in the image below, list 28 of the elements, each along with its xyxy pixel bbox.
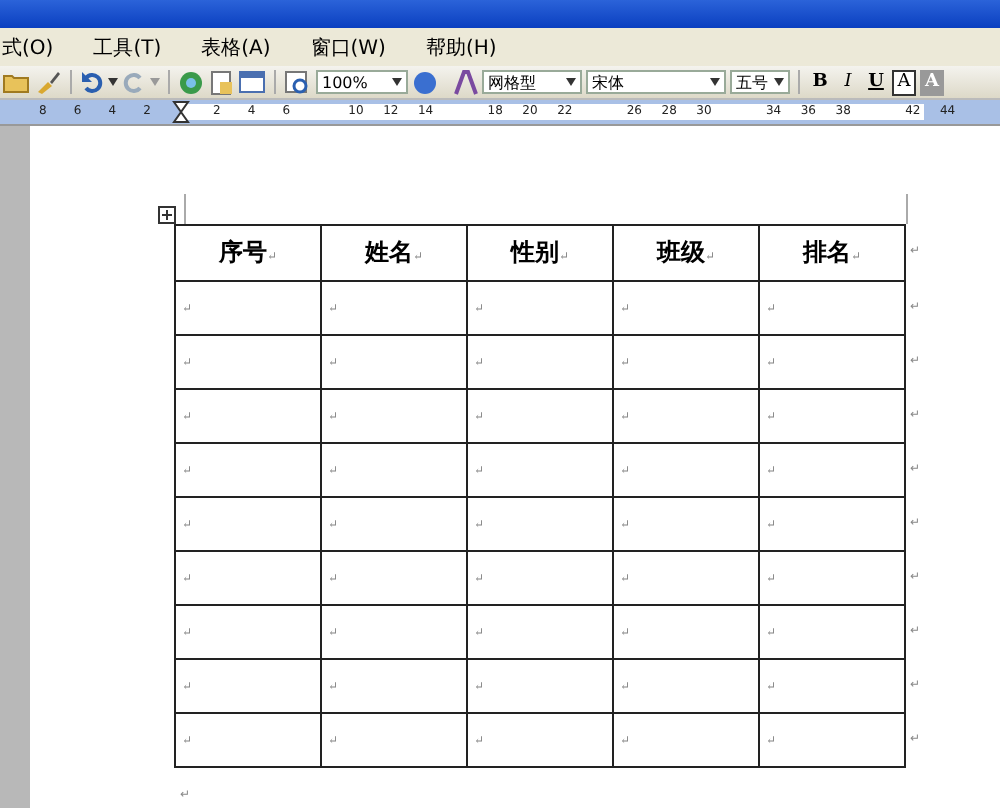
undo-icon[interactable]	[80, 70, 104, 94]
dropdown-arrow-icon[interactable]	[108, 78, 118, 86]
document-icon[interactable]	[208, 69, 234, 95]
format-button[interactable]: B	[808, 69, 832, 95]
menu-item[interactable]: 表格(A)	[201, 33, 271, 61]
format-button[interactable]: U	[864, 69, 888, 95]
dropdown-arrow-icon	[774, 78, 784, 86]
style-dropdown[interactable]: 网格型	[482, 70, 582, 94]
menu-item[interactable]: 窗口(W)	[310, 33, 386, 61]
table-move-handle-icon[interactable]	[158, 206, 176, 224]
zoom-dropdown[interactable]: 100%	[316, 70, 408, 94]
window-icon[interactable]	[238, 70, 266, 94]
font-dropdown[interactable]: 宋体	[586, 70, 726, 94]
brush-icon[interactable]	[34, 70, 62, 94]
dropdown-arrow-icon	[566, 78, 576, 86]
indent-marker-icon[interactable]	[172, 100, 190, 124]
dropdown-arrow-icon	[392, 78, 402, 86]
format-button[interactable]: A	[892, 69, 916, 95]
dropdown-arrow-icon	[710, 78, 720, 86]
folder-icon[interactable]	[2, 70, 30, 94]
magnifier-icon[interactable]	[284, 69, 312, 95]
font-size-dropdown[interactable]: 五号	[730, 70, 790, 94]
redo-icon	[122, 70, 146, 94]
menu-item[interactable]: 帮助(H)	[425, 33, 497, 61]
menu-item[interactable]: 式(O)	[2, 33, 54, 61]
menu-item[interactable]: 工具(T)	[93, 33, 162, 61]
dropdown-arrow-icon	[150, 78, 160, 86]
format-button[interactable]: I	[836, 69, 860, 95]
